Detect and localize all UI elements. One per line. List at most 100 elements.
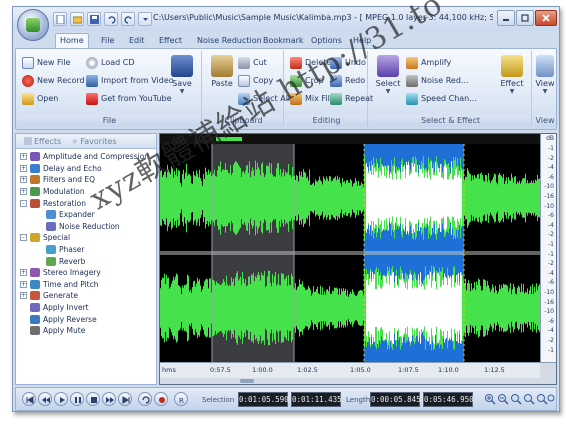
chevron-down-icon: ▼: [385, 88, 391, 95]
tab-favorites[interactable]: ★ Favorites: [71, 137, 116, 146]
undo-icon[interactable]: [104, 12, 118, 26]
mix-file-button[interactable]: Mix File: [290, 91, 335, 106]
play-icon[interactable]: [54, 392, 68, 406]
new-record-button[interactable]: New Record: [22, 73, 85, 88]
zoom-vertical-out-icon[interactable]: [547, 393, 555, 405]
tab-help[interactable]: Help: [349, 34, 375, 48]
open-folder-icon[interactable]: [70, 12, 84, 26]
loop-icon[interactable]: [138, 392, 152, 406]
delete-label: Delete: [305, 58, 332, 67]
tree-item[interactable]: Phaser: [16, 244, 156, 256]
tab-effects[interactable]: Effects: [24, 137, 61, 146]
new-file-button[interactable]: New File: [22, 55, 70, 70]
application-menu-button[interactable]: [17, 9, 49, 41]
expand-toggle-icon[interactable]: +: [20, 292, 27, 300]
pause-icon[interactable]: [70, 392, 84, 406]
collapse-toggle-icon[interactable]: -: [20, 199, 27, 207]
tab-options[interactable]: Options: [307, 34, 346, 48]
redo-icon[interactable]: [121, 12, 135, 26]
minimize-button[interactable]: [497, 10, 515, 26]
waveform-canvas[interactable]: [160, 144, 540, 362]
expand-toggle-icon[interactable]: +: [20, 153, 27, 161]
selection-start-display[interactable]: 0:01:05.590: [238, 392, 289, 407]
tree-item[interactable]: - Special: [16, 232, 156, 244]
waveform-editor[interactable]: dB -1 -2 -4 -6 -10 -16 -10 -6 -4 -2 -1 -1 -2 -4 -6 -10-…: [159, 133, 557, 385]
scrollbar-thumb[interactable]: [240, 379, 254, 383]
redo-button[interactable]: Redo: [330, 73, 365, 88]
noise-reduction-button[interactable]: Noise Red...: [406, 73, 469, 88]
expand-toggle-icon[interactable]: +: [20, 164, 27, 172]
import-from-video-button[interactable]: Import from Video: [86, 73, 174, 88]
customize-dropdown-icon[interactable]: [138, 12, 152, 26]
undo-button[interactable]: Undo: [330, 55, 366, 70]
select-button[interactable]: Select ▼: [374, 55, 402, 95]
effect-icon: [30, 326, 40, 336]
timeline-ruler[interactable]: hms 0:57.5 1:00.0 1:02.5 1:05.0 1:07.5 1:10.0 1…: [160, 362, 540, 384]
close-button[interactable]: [535, 10, 557, 26]
zoom-in-icon[interactable]: [484, 393, 496, 405]
tab-edit[interactable]: Edit: [125, 34, 149, 48]
expand-toggle-icon[interactable]: +: [20, 188, 27, 196]
expand-toggle-icon[interactable]: +: [20, 280, 27, 288]
tree-item[interactable]: - Restoration: [16, 197, 156, 209]
save-icon[interactable]: [87, 12, 101, 26]
tab-home[interactable]: Home: [55, 33, 89, 49]
zoom-out-icon[interactable]: [497, 393, 509, 405]
tree-item[interactable]: + Generate: [16, 290, 156, 302]
tree-item[interactable]: Apply Mute: [16, 325, 156, 337]
collapse-toggle-icon[interactable]: -: [20, 234, 27, 242]
db-tick-label: -6: [548, 173, 554, 181]
amplify-button[interactable]: Amplify: [406, 55, 451, 70]
record-icon[interactable]: [154, 392, 168, 406]
speed-change-button[interactable]: Speed Chan...: [406, 91, 477, 106]
star-icon: ★: [71, 136, 79, 146]
total-length-display[interactable]: 0:05:46.950: [423, 392, 474, 407]
rewind-icon[interactable]: [38, 392, 52, 406]
tab-file[interactable]: File: [97, 34, 118, 48]
tree-item[interactable]: + Delay and Echo: [16, 163, 156, 175]
tree-item[interactable]: + Stereo Imagery: [16, 267, 156, 279]
new-icon[interactable]: [53, 12, 67, 26]
view-position-marker[interactable]: [216, 137, 242, 141]
tree-item[interactable]: Apply Reverse: [16, 313, 156, 325]
open-button[interactable]: Open: [22, 91, 58, 106]
tree-item-label: Time and Pitch: [43, 279, 99, 289]
view-button[interactable]: View ▼: [531, 55, 559, 95]
horizontal-scrollbar[interactable]: [160, 378, 540, 384]
waveform-area[interactable]: [160, 144, 540, 362]
stop-icon[interactable]: [86, 392, 100, 406]
selection-end-display[interactable]: 0:01:11.435: [291, 392, 342, 407]
zoom-full-icon[interactable]: [523, 393, 535, 405]
tree-item[interactable]: Apply Invert: [16, 302, 156, 314]
go-to-start-icon[interactable]: [22, 392, 36, 406]
copy-button[interactable]: Copy: [238, 73, 273, 88]
expand-toggle-icon[interactable]: +: [20, 176, 27, 184]
tree-item[interactable]: + Time and Pitch: [16, 279, 156, 291]
expand-toggle-icon[interactable]: +: [20, 269, 27, 277]
cut-button[interactable]: Cut: [238, 55, 267, 70]
tab-bookmark[interactable]: Bookmark: [259, 34, 308, 48]
tree-item[interactable]: Expander: [16, 209, 156, 221]
select-all-button[interactable]: Select All: [238, 91, 290, 106]
tree-item[interactable]: Reverb: [16, 255, 156, 267]
tree-item[interactable]: + Amplitude and Compression: [16, 151, 156, 163]
paste-button[interactable]: Paste: [208, 55, 236, 88]
tab-effect[interactable]: Effect: [155, 34, 186, 48]
maximize-button[interactable]: [516, 10, 534, 26]
go-to-end-icon[interactable]: [118, 392, 132, 406]
tree-item[interactable]: + Filters and EQ: [16, 174, 156, 186]
tree-item[interactable]: Noise Reduction: [16, 221, 156, 233]
fast-forward-icon[interactable]: [102, 392, 116, 406]
crop-button[interactable]: Crop: [290, 73, 324, 88]
tree-item[interactable]: + Modulation: [16, 186, 156, 198]
get-from-youtube-button[interactable]: Get from YouTube: [86, 91, 172, 106]
zoom-selection-icon[interactable]: [510, 393, 522, 405]
tab-noise-reduction[interactable]: Noise Reduction: [193, 34, 266, 48]
repeat-button[interactable]: Repeat: [330, 91, 373, 106]
effect-button[interactable]: Effect ▼: [498, 55, 526, 95]
save-big-button[interactable]: Save ▼: [168, 55, 196, 95]
repeat-mode-icon[interactable]: R: [174, 392, 188, 406]
delete-button[interactable]: Delete: [290, 55, 331, 70]
load-cd-button[interactable]: Load CD: [86, 55, 134, 70]
selection-length-display[interactable]: 0:00:05.845: [370, 392, 421, 407]
